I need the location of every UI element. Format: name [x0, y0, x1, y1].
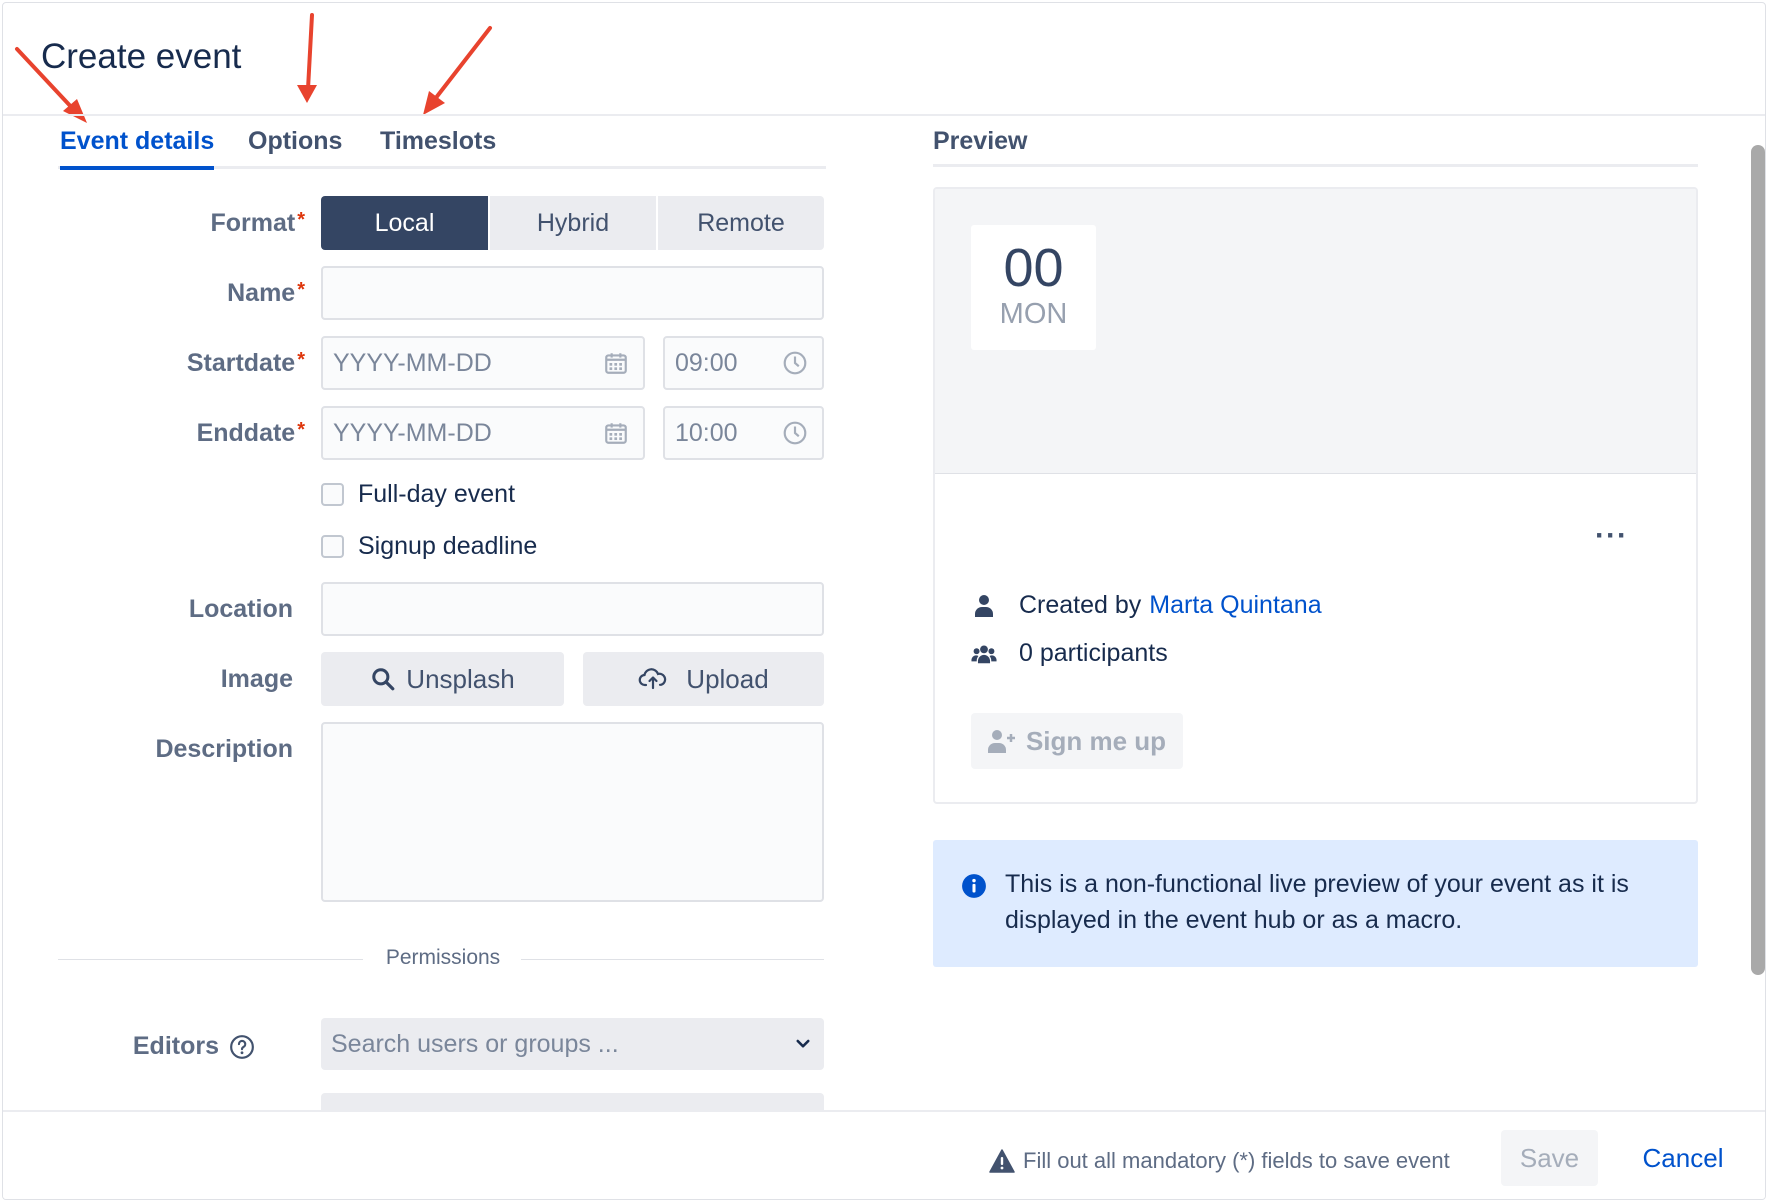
sign-me-up-label: Sign me up [1025, 725, 1167, 756]
dialog-footer: Fill out all mandatory (*) fields to sav… [3, 1110, 1765, 1199]
enddate-time-input[interactable]: 10:00 [663, 406, 824, 460]
startdate-date-placeholder: YYYY-MM-DD [333, 348, 492, 377]
permissions-divider-right [521, 959, 824, 960]
create-event-dialog: Create event Event details Options Times… [2, 2, 1766, 1200]
full-day-event-row[interactable]: Full-day event [321, 480, 515, 509]
required-marker: * [297, 209, 305, 231]
annotation-arrow-options [306, 13, 314, 91]
required-marker: * [297, 419, 305, 441]
event-preview-card: 00 MON ··· Created by Marta Quintana 0 p… [933, 187, 1698, 804]
enddate-label: Enddate * [196, 419, 305, 447]
signup-deadline-row[interactable]: Signup deadline [321, 532, 537, 561]
dialog-title: Create event [41, 37, 242, 76]
calendar-icon[interactable] [603, 420, 629, 446]
search-icon [372, 668, 395, 691]
enddate-date-input[interactable]: YYYY-MM-DD [321, 406, 645, 460]
mandatory-fields-warning-text: Fill out all mandatory (*) fields to sav… [1023, 1148, 1450, 1173]
unsplash-button[interactable]: Unsplash [321, 652, 564, 706]
info-message: This is a non-functional live preview of… [933, 840, 1698, 967]
permissions-section-label: Permissions [385, 946, 501, 969]
startdate-label: Startdate * [186, 349, 305, 377]
mandatory-fields-warning: Fill out all mandatory (*) fields to sav… [989, 1148, 1450, 1174]
location-label: Location [188, 595, 293, 623]
annotation-arrowhead-timeslots [423, 91, 445, 115]
date-badge: 00 MON [971, 225, 1096, 350]
format-remote-button[interactable]: Remote [658, 196, 824, 250]
preview-divider [933, 164, 1698, 167]
format-local-button[interactable]: Local [321, 196, 488, 250]
info-icon [962, 874, 986, 898]
editors-select[interactable]: Search users or groups ... [321, 1018, 824, 1070]
participants-row: 0 participants [971, 639, 1168, 668]
clock-icon[interactable] [782, 350, 808, 376]
user-icon [971, 594, 997, 618]
editors-label-text: Editors [132, 1032, 219, 1060]
startdate-time-value: 09:00 [675, 348, 738, 377]
chevron-down-icon [796, 1039, 810, 1048]
startdate-time-input[interactable]: 09:00 [663, 336, 824, 390]
cancel-button[interactable]: Cancel [1623, 1130, 1743, 1186]
enddate-date-placeholder: YYYY-MM-DD [333, 418, 492, 447]
tab-event-details[interactable]: Event details [60, 127, 215, 170]
preview-image-area: 00 MON [935, 189, 1696, 474]
upload-button-label: Upload [686, 663, 769, 694]
annotation-arrowhead-event-details [63, 99, 87, 123]
more-options-icon[interactable]: ··· [1595, 519, 1628, 553]
cloud-upload-icon [638, 668, 667, 690]
startdate-date-input[interactable]: YYYY-MM-DD [321, 336, 645, 390]
format-hybrid-button[interactable]: Hybrid [490, 196, 656, 250]
required-marker: * [297, 349, 305, 371]
signup-deadline-checkbox[interactable] [321, 535, 344, 558]
creator-link[interactable]: Marta Quintana [1149, 591, 1321, 620]
description-textarea[interactable] [321, 722, 824, 902]
scrollbar-thumb[interactable] [1751, 145, 1765, 975]
help-icon[interactable] [229, 1034, 255, 1060]
annotation-arrow-timeslots [433, 26, 492, 101]
format-label: Format * [210, 209, 305, 237]
upload-button[interactable]: Upload [583, 652, 824, 706]
next-permission-select[interactable] [321, 1093, 824, 1110]
editors-label: Editors [15, 1032, 255, 1061]
signup-deadline-label: Signup deadline [358, 532, 538, 560]
editors-select-placeholder: Search users or groups ... [331, 1029, 619, 1058]
enddate-time-value: 10:00 [675, 418, 738, 447]
annotation-arrowhead-options [297, 85, 317, 103]
required-marker: * [297, 279, 305, 301]
info-message-text: This is a non-functional live preview of… [1005, 870, 1629, 934]
tab-bar: Event details Options Timeslots [58, 123, 826, 170]
permissions-divider-left [58, 959, 363, 960]
warning-icon [989, 1149, 1015, 1173]
date-day: 00 [1003, 238, 1064, 298]
unsplash-button-label: Unsplash [406, 663, 515, 694]
image-label: Image [220, 665, 293, 693]
location-input[interactable] [321, 582, 824, 636]
tab-options[interactable]: Options [248, 127, 342, 166]
header-divider [3, 114, 1765, 116]
created-by-prefix: Created by [1019, 591, 1142, 619]
description-label: Description [155, 735, 293, 763]
full-day-event-checkbox[interactable] [321, 483, 344, 506]
tab-timeslots[interactable]: Timeslots [380, 127, 496, 166]
users-group-icon [971, 643, 997, 665]
sign-me-up-button[interactable]: Sign me up [971, 713, 1183, 769]
name-input[interactable] [321, 266, 824, 320]
name-label: Name * [227, 279, 305, 307]
date-weekday: MON [999, 298, 1068, 330]
save-button[interactable]: Save [1501, 1130, 1598, 1186]
preview-title: Preview [933, 127, 1028, 155]
user-plus-icon [987, 730, 1015, 753]
clock-icon[interactable] [782, 420, 808, 446]
full-day-event-label: Full-day event [358, 480, 516, 508]
created-by-row: Created by Marta Quintana [971, 591, 1322, 620]
calendar-icon[interactable] [603, 350, 629, 376]
participants-count: 0 participants [1019, 639, 1168, 667]
